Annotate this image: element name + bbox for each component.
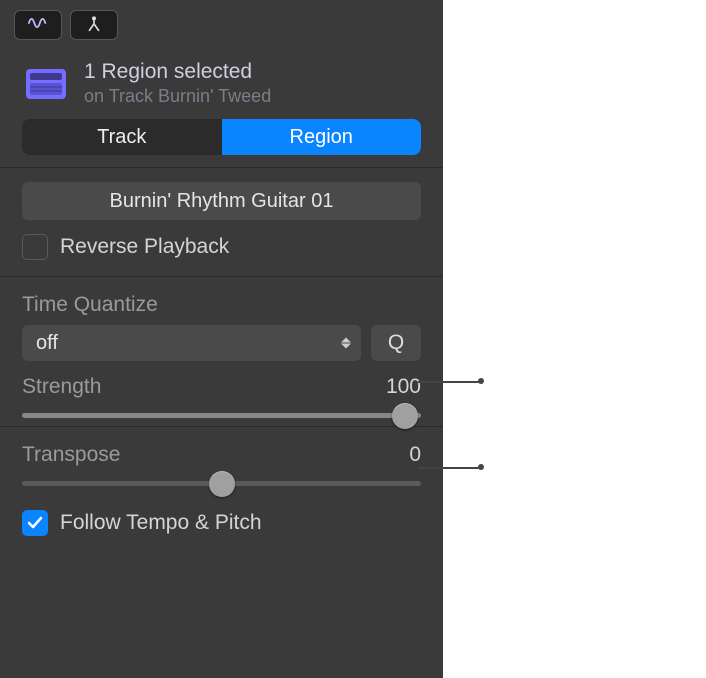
header-title: 1 Region selected [84,60,421,84]
waveform-icon [27,14,49,37]
strength-value[interactable]: 100 [386,375,421,399]
scissors-icon [83,14,105,37]
tab-track[interactable]: Track [22,119,222,155]
callout-line [418,467,480,469]
time-quantize-value: off [36,332,58,355]
strength-slider[interactable] [22,413,421,418]
reverse-playback-label: Reverse Playback [60,235,229,259]
transpose-slider[interactable] [22,481,421,486]
strength-slider-thumb[interactable] [392,403,418,429]
callout-dot [478,464,484,470]
track-region-toggle[interactable]: Track Region [22,119,421,155]
follow-tempo-pitch-checkbox[interactable] [22,510,48,536]
quantize-button[interactable]: Q [371,325,421,361]
inspector-panel: 1 Region selected on Track Burnin' Tweed… [0,0,443,678]
top-toolbar [0,0,443,48]
transpose-value[interactable]: 0 [409,443,421,467]
region-header: 1 Region selected on Track Burnin' Tweed [0,48,443,115]
time-quantize-label: Time Quantize [22,293,421,317]
tab-button-b[interactable] [70,10,118,40]
callout-line [418,381,480,383]
amp-icon [22,63,70,105]
tab-region[interactable]: Region [222,119,422,155]
region-name-field[interactable]: Burnin' Rhythm Guitar 01 [22,182,421,220]
transpose-slider-thumb[interactable] [209,471,235,497]
header-subtitle: on Track Burnin' Tweed [84,86,421,107]
strength-label: Strength [22,375,101,399]
callout-dot [478,378,484,384]
chevron-updown-icon [341,338,351,349]
follow-tempo-pitch-label: Follow Tempo & Pitch [60,511,262,535]
reverse-playback-checkbox[interactable] [22,234,48,260]
tab-button-a[interactable] [14,10,62,40]
time-quantize-select[interactable]: off [22,325,361,361]
transpose-label: Transpose [22,443,120,467]
